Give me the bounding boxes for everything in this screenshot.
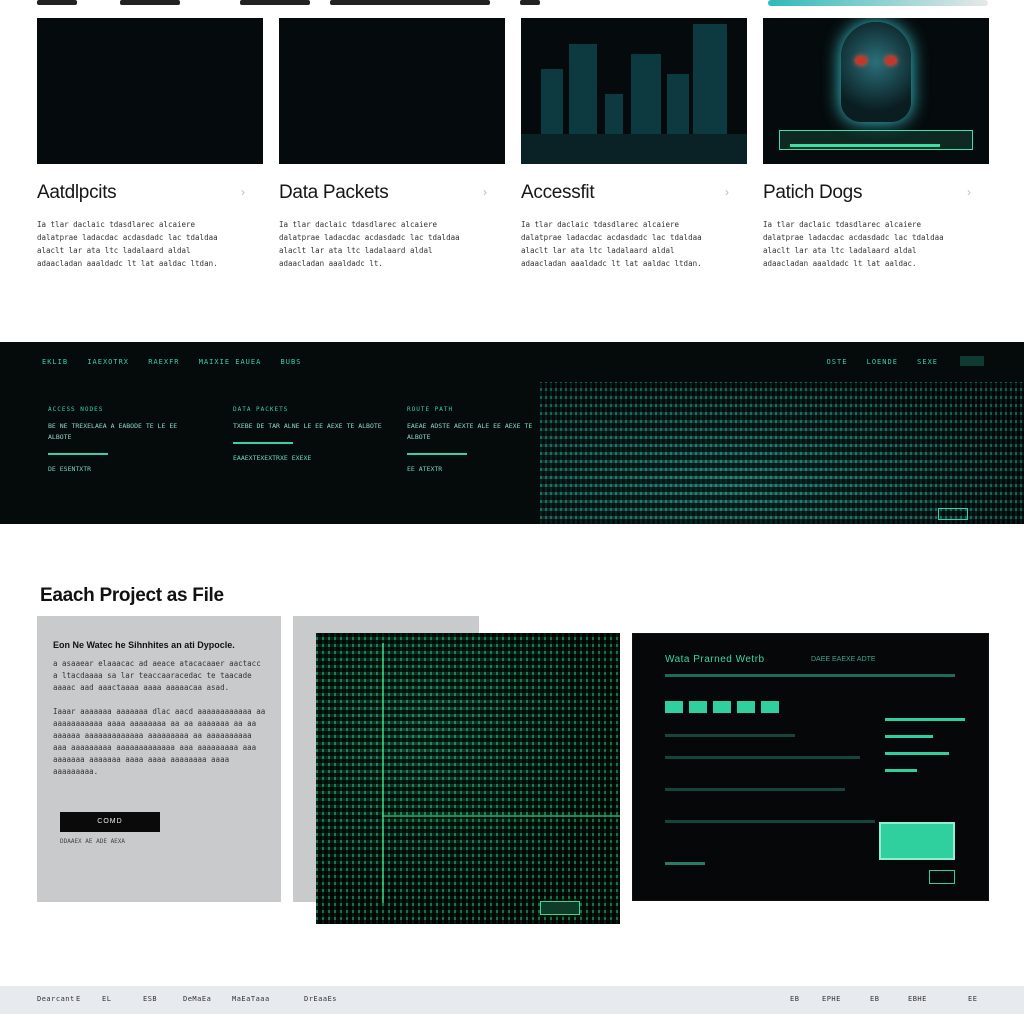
chevron-right-icon[interactable]: › <box>725 185 729 199</box>
matrix-preview[interactable] <box>316 633 620 924</box>
dashboard-rule <box>665 674 955 677</box>
footer: Dearcant E EL ESB DeMaEa MaEaTaaa DrEaaE… <box>0 986 1024 1014</box>
column-value: BE NE TREXELAEA A EABODE TE LE EE ALBOTE <box>48 422 178 441</box>
band-column-2: DATA PACKETS TXEBE DE TAR ALNE LE EE AEX… <box>233 406 383 462</box>
column-link[interactable]: EAAEXTEXEXTRXE EXEXE <box>233 454 383 462</box>
dashboard-row <box>665 820 875 823</box>
band-nav-link[interactable]: EKLIB <box>42 358 68 366</box>
mask-eye <box>885 56 897 65</box>
card-title[interactable]: Accessfit <box>521 182 747 204</box>
footer-link[interactable]: DrEaaEs <box>304 995 337 1003</box>
dashboard-row <box>665 734 795 737</box>
band-nav-link[interactable]: BUBS <box>281 358 302 366</box>
matrix-button[interactable] <box>540 901 580 915</box>
section-heading: Eaach Project as File <box>40 585 224 606</box>
card-4[interactable]: Patich Dogs › Ia tlar daclaic tdasdlarec… <box>763 18 989 270</box>
dashboard-small-button[interactable] <box>929 870 955 884</box>
panel-meta: DDAAEX AE ADE AEXA <box>60 838 126 845</box>
top-nav-bar <box>37 0 77 5</box>
column-rule <box>407 453 467 455</box>
mask-eye <box>855 56 867 65</box>
footer-link[interactable]: ESB <box>143 995 157 1003</box>
band-nav-left: EKLIB IAEXOTRX RAEXFR MAIXIE EAUEA BUBS <box>42 358 315 366</box>
band-nav-link[interactable]: LOENDE <box>867 358 898 366</box>
skyline-ground <box>521 134 747 164</box>
dashboard-chips <box>665 700 785 718</box>
panel-paragraph: Iaaar aaaaaaa aaaaaaa dlac aacd aaaaaaaa… <box>53 707 266 776</box>
band-nav-link[interactable]: RAEXFR <box>148 358 179 366</box>
band-nav-button[interactable] <box>960 356 984 366</box>
band-nav-link[interactable]: SEXE <box>917 358 938 366</box>
band-column-3: ROUTE PATH EAEAE ADSTE AEXTE ALE EE AEXE… <box>407 406 557 473</box>
top-strip <box>0 0 1024 10</box>
footer-link[interactable]: EL <box>102 995 111 1003</box>
band-nav-link[interactable]: IAEXOTRX <box>87 358 129 366</box>
matrix-grid <box>316 633 620 924</box>
band-nav-link[interactable]: OSTE <box>827 358 848 366</box>
column-key: ROUTE PATH <box>407 406 454 413</box>
top-nav-bar <box>330 0 490 5</box>
card-title[interactable]: Patich Dogs <box>763 182 989 204</box>
footer-link[interactable]: DeMaEa <box>183 995 211 1003</box>
card-title[interactable]: Aatdlpcits <box>37 182 263 204</box>
card-thumbnail[interactable] <box>37 18 263 164</box>
card-1[interactable]: Aatdlpcits › Ia tlar daclaic tdasdlarec … <box>37 18 263 270</box>
card-description: Ia tlar daclaic tdasdlarec alcaiere dala… <box>279 220 460 268</box>
network-band: EKLIB IAEXOTRX RAEXFR MAIXIE EAUEA BUBS … <box>0 342 1024 524</box>
footer-link[interactable]: EB <box>790 995 799 1003</box>
footer-link[interactable]: EBHE <box>908 995 927 1003</box>
column-rule <box>48 453 108 455</box>
top-nav-bar <box>120 0 180 5</box>
footer-link[interactable]: EPHE <box>822 995 841 1003</box>
dashboard-subtitle: DAEE EAEXE ADTE <box>811 656 876 663</box>
column-key: DATA PACKETS <box>233 406 289 413</box>
column-link[interactable]: EE ATEXTR <box>407 465 557 473</box>
band-nav-link[interactable]: MAIXIE EAUEA <box>199 358 262 366</box>
chevron-right-icon[interactable]: › <box>241 185 245 199</box>
column-value: EAEAE ADSTE AEXTE ALE EE AEXE TE ALBOTE <box>407 422 533 441</box>
dashboard-row <box>665 862 705 865</box>
card-description: Ia tlar daclaic tdasdlarec alcaiere dala… <box>763 220 944 268</box>
card-thumbnail[interactable] <box>279 18 505 164</box>
dashboard-action-panel[interactable] <box>879 822 955 860</box>
column-link[interactable]: DE ESENTXTR <box>48 465 198 473</box>
card-description: Ia tlar daclaic tdasdlarec alcaiere dala… <box>521 220 702 268</box>
dashboard-title: Wata Prarned Wetrb <box>665 654 765 665</box>
band-column-1: ACCESS NODES BE NE TREXELAEA A EABODE TE… <box>48 406 198 473</box>
panel-cta-button[interactable]: COMD <box>60 812 160 832</box>
card-3[interactable]: Accessfit › Ia tlar daclaic tdasdlarec a… <box>521 18 747 270</box>
footer-link[interactable]: EB <box>870 995 879 1003</box>
panel-title: Eon Ne Watec he Sihnhites an ati Dypocle… <box>53 640 235 650</box>
card-title[interactable]: Data Packets <box>279 182 505 204</box>
footer-link[interactable]: MaEaTaaa <box>232 995 270 1003</box>
footer-link[interactable]: Dearcant <box>37 995 75 1003</box>
column-key: ACCESS NODES <box>48 406 104 413</box>
card-description: Ia tlar daclaic tdasdlarec alcaiere dala… <box>37 220 218 268</box>
card-thumbnail[interactable] <box>521 18 747 164</box>
matrix-axis <box>382 643 384 903</box>
chevron-right-icon[interactable]: › <box>483 185 487 199</box>
top-nav-bar <box>240 0 310 5</box>
band-nav-right: OSTE LOENDE SEXE <box>827 358 952 366</box>
band-badge[interactable] <box>938 508 968 520</box>
panel-paragraph: a asaaear elaaacac ad aeace atacacaaer a… <box>53 659 261 692</box>
hud-overlay <box>779 130 973 150</box>
dashboard-bars <box>885 718 965 786</box>
dashboard-preview[interactable]: Wata Prarned Wetrb DAEE EAEXE ADTE <box>632 633 989 901</box>
chevron-right-icon[interactable]: › <box>967 185 971 199</box>
matrix-axis <box>382 815 620 817</box>
dashboard-row <box>665 756 860 759</box>
footer-link[interactable]: EE <box>968 995 977 1003</box>
top-nav-bar <box>520 0 540 5</box>
column-value: TXEBE DE TAR ALNE LE EE AEXE TE ALBOTE <box>233 422 382 430</box>
cyborg-mask <box>841 22 911 122</box>
dashboard-row <box>665 788 845 791</box>
project-info-panel: Eon Ne Watec he Sihnhites an ati Dypocle… <box>37 616 281 902</box>
data-visualization <box>540 382 1024 524</box>
card-2[interactable]: Data Packets › Ia tlar daclaic tdasdlare… <box>279 18 505 270</box>
card-thumbnail[interactable] <box>763 18 989 164</box>
footer-link[interactable]: E <box>76 995 81 1003</box>
column-rule <box>233 442 293 444</box>
top-search-pill[interactable] <box>768 0 988 6</box>
